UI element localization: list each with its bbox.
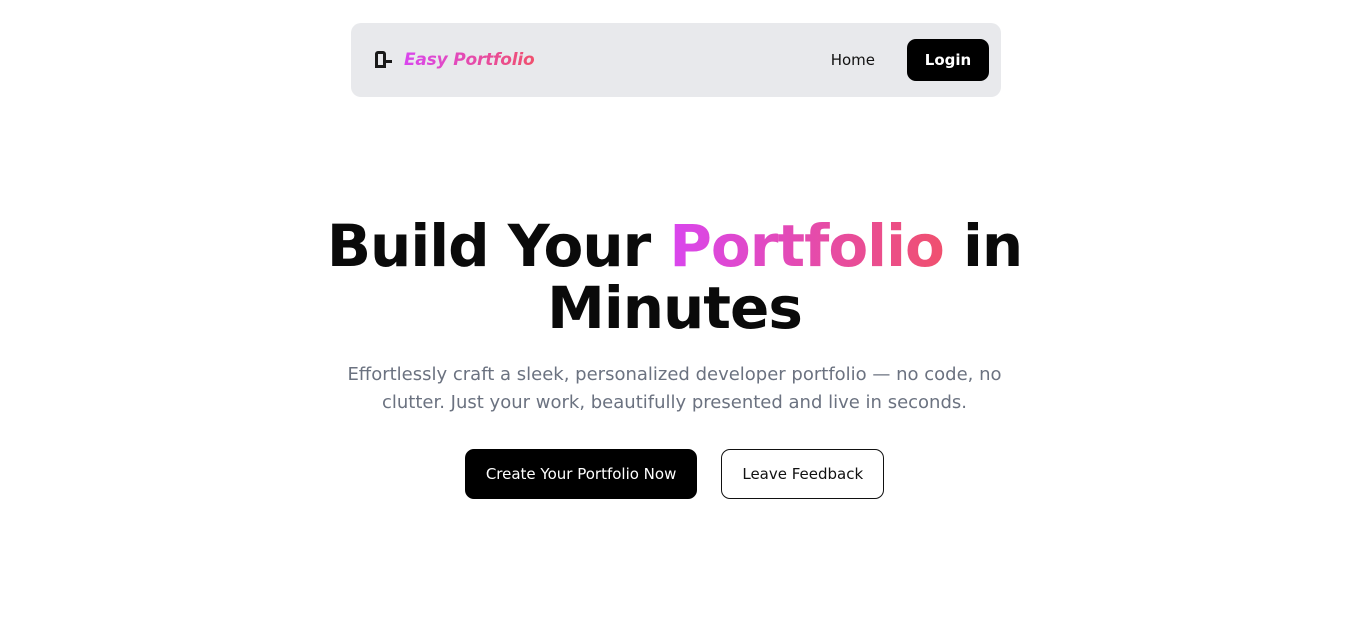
create-portfolio-button[interactable]: Create Your Portfolio Now xyxy=(464,449,698,499)
navbar: Easy Portfolio Home Login xyxy=(351,23,1001,97)
hero-title-part: Build Your xyxy=(326,212,670,280)
hero-actions: Create Your Portfolio Now Leave Feedback xyxy=(0,449,1349,499)
hero-title-highlight: Portfolio xyxy=(669,212,944,280)
nav-links: Home Login xyxy=(831,23,989,97)
login-button[interactable]: Login xyxy=(907,39,989,81)
hero-title: Build Your Portfolio in Minutes xyxy=(325,215,1025,339)
brand-link[interactable]: Easy Portfolio xyxy=(371,23,535,97)
leave-feedback-button[interactable]: Leave Feedback xyxy=(721,449,885,499)
nav-link-home[interactable]: Home xyxy=(831,51,875,69)
hero-section: Build Your Portfolio in Minutes Effortle… xyxy=(0,215,1349,499)
logo-icon xyxy=(371,48,395,72)
brand-name: Easy Portfolio xyxy=(404,50,535,70)
hero-subtitle: Effortlessly craft a sleek, personalized… xyxy=(347,364,1002,413)
